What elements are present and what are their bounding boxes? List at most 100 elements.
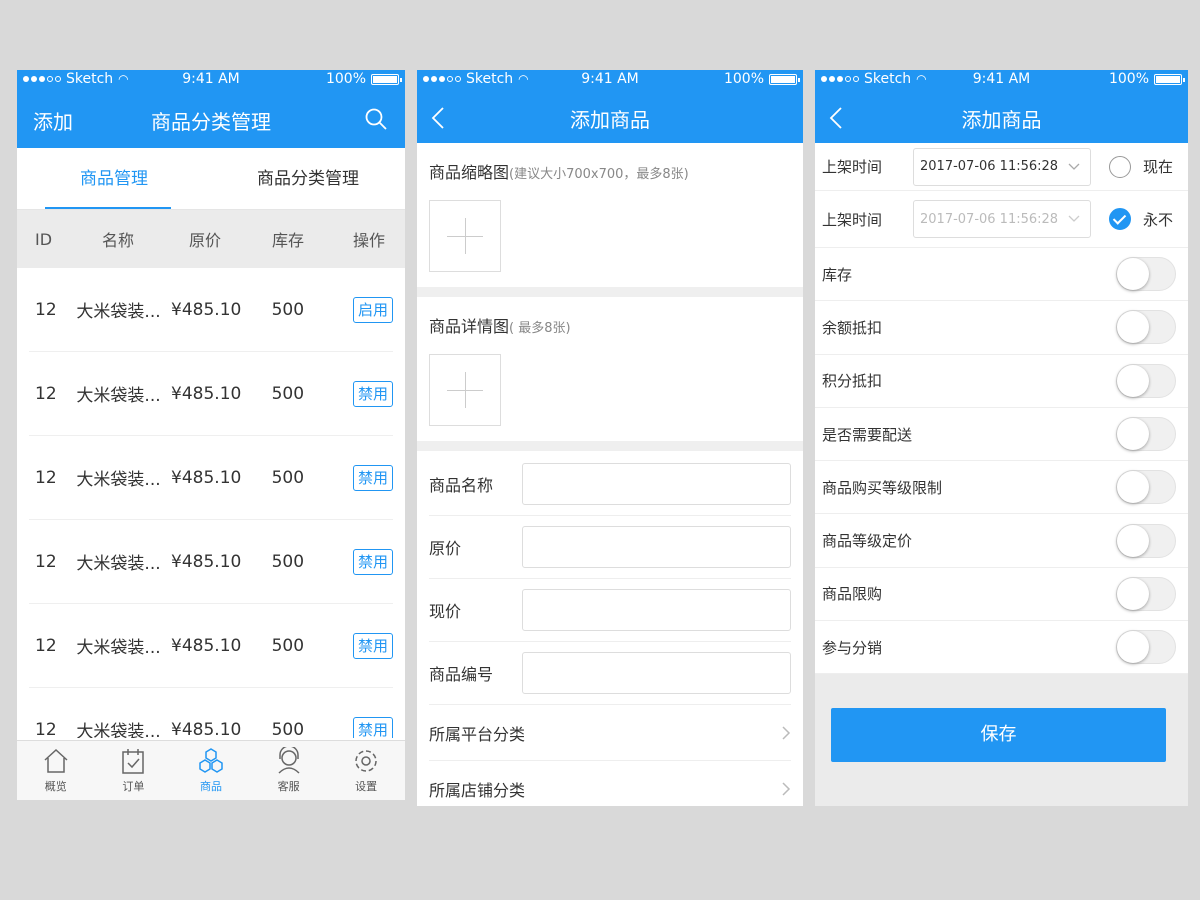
- tab-category-management[interactable]: 商品分类管理: [211, 148, 405, 209]
- stock-toggle[interactable]: [1116, 257, 1176, 292]
- chevron-right-icon: [782, 781, 791, 796]
- delist-time-row: 上架时间 2017-07-06 11:56:28 永不: [815, 191, 1188, 248]
- page-title: 商品分类管理: [151, 110, 271, 134]
- nav-bar: 添加 商品分类管理: [17, 90, 405, 148]
- tabbar-item-orders[interactable]: 订单: [95, 741, 173, 800]
- goods-code-input[interactable]: [522, 652, 791, 694]
- battery-icon: [769, 73, 800, 85]
- never-radio[interactable]: [1109, 208, 1131, 230]
- platform-category-row[interactable]: 所属平台分类: [429, 705, 791, 761]
- row-stock: 500: [271, 467, 305, 488]
- battery-icon: [1154, 73, 1185, 85]
- level-limit-toggle[interactable]: [1116, 470, 1176, 505]
- add-goods-settings-screen: Sketch ◠ 9:41 AM 100% 添加商品 上架时间 2017-07-…: [815, 70, 1188, 806]
- table-row[interactable]: 12 大米袋装... ¥485.10 500 禁用: [29, 604, 393, 688]
- goods-table: 12 大米袋装... ¥485.10 500 启用 12 大米袋装... ¥48…: [17, 268, 405, 738]
- table-row[interactable]: 12 大米袋装... ¥485.10 500 禁用: [29, 688, 393, 738]
- tabbar-item-overview[interactable]: 概览: [17, 741, 95, 800]
- listing-time-row: 上架时间 2017-07-06 11:56:28 现在: [815, 143, 1188, 191]
- thumbnail-label: 商品缩略图: [429, 163, 510, 182]
- radio-label: 现在: [1143, 158, 1174, 176]
- order-icon: [122, 749, 145, 774]
- now-radio[interactable]: [1109, 155, 1131, 178]
- disable-button[interactable]: 禁用: [352, 380, 393, 407]
- search-icon[interactable]: [365, 108, 387, 130]
- tabbar-label: 概览: [44, 780, 67, 793]
- toggle-row-purchase-limit: 商品限购: [815, 568, 1188, 622]
- battery-percent: 100%: [723, 71, 764, 87]
- shop-category-row[interactable]: 所属店铺分类: [429, 761, 791, 806]
- tabbar-item-service[interactable]: 客服: [250, 741, 328, 800]
- detail-image-label: 商品详情图: [429, 317, 510, 336]
- settings-list: 上架时间 2017-07-06 11:56:28 现在 上架时间 2017-07…: [815, 143, 1188, 675]
- toggle-label: 商品购买等级限制: [822, 478, 943, 497]
- row-name: 大米袋装...: [76, 386, 161, 406]
- battery-percent: 100%: [325, 71, 366, 87]
- detail-image-section: 商品详情图( 最多8张): [417, 297, 803, 441]
- nav-bar: 添加商品: [815, 90, 1188, 143]
- tab-goods-management[interactable]: 商品管理: [17, 148, 211, 209]
- delist-time-picker[interactable]: 2017-07-06 11:56:28: [913, 200, 1091, 238]
- toggle-row-points-deduct: 积分抵扣: [815, 355, 1188, 408]
- row-price: ¥485.10: [171, 299, 242, 320]
- tabbar-label: 商品: [199, 780, 222, 793]
- form-row-code: 商品编号: [429, 642, 791, 705]
- page-title: 添加商品: [570, 108, 650, 132]
- distribution-toggle[interactable]: [1116, 630, 1176, 665]
- toggle-row-balance-deduct: 余额抵扣: [815, 301, 1188, 355]
- balance-deduct-toggle[interactable]: [1116, 310, 1176, 345]
- row-name: 大米袋装...: [76, 302, 161, 322]
- table-row[interactable]: 12 大米袋装... ¥485.10 500 禁用: [29, 352, 393, 436]
- points-deduct-toggle[interactable]: [1116, 363, 1176, 398]
- level-pricing-toggle[interactable]: [1116, 523, 1176, 558]
- col-header-stock: 库存: [271, 231, 304, 250]
- disable-button[interactable]: 禁用: [352, 548, 393, 575]
- enable-button[interactable]: 启用: [352, 296, 393, 323]
- home-icon: [44, 748, 68, 773]
- row-id: 12: [35, 383, 57, 404]
- row-price: ¥485.10: [171, 635, 242, 656]
- disable-button[interactable]: 禁用: [352, 464, 393, 491]
- row-name: 大米袋装...: [76, 554, 161, 574]
- disable-button[interactable]: 禁用: [352, 632, 393, 659]
- battery-icon: [371, 73, 402, 85]
- add-detail-image-button[interactable]: [429, 354, 501, 426]
- row-id: 12: [35, 719, 57, 739]
- col-header-price: 原价: [188, 231, 221, 250]
- row-name: 大米袋装...: [76, 722, 161, 738]
- page-title: 添加商品: [961, 108, 1042, 132]
- table-header: ID 名称 原价 库存 操作: [17, 210, 405, 268]
- tabbar-item-settings[interactable]: 设置: [327, 741, 405, 800]
- settings-icon: [355, 750, 377, 772]
- original-price-input[interactable]: [522, 526, 791, 568]
- row-label: 所属平台分类: [429, 724, 526, 744]
- radio-label: 永不: [1143, 210, 1174, 229]
- add-thumbnail-button[interactable]: [429, 200, 501, 272]
- row-stock: 500: [271, 551, 305, 572]
- service-icon: [278, 747, 300, 774]
- goods-icon: [199, 748, 223, 773]
- toggle-label: 参与分销: [822, 638, 883, 657]
- goods-name-input[interactable]: [522, 463, 791, 505]
- date-value: 2017-07-06 11:56:28: [920, 159, 1059, 174]
- status-bar: Sketch ◠ 9:41 AM 100%: [815, 70, 1188, 90]
- row-name: 大米袋装...: [76, 638, 161, 658]
- delivery-toggle[interactable]: [1116, 417, 1176, 452]
- toggle-label: 积分抵扣: [822, 372, 883, 391]
- purchase-limit-toggle[interactable]: [1116, 576, 1176, 611]
- form-row-current-price: 现价: [429, 579, 791, 642]
- listing-time-picker[interactable]: 2017-07-06 11:56:28: [913, 147, 1091, 186]
- row-id: 12: [35, 635, 57, 656]
- disable-button[interactable]: 禁用: [352, 716, 393, 738]
- toggle-label: 库存: [822, 265, 853, 284]
- category-management-screen: Sketch ◠ 9:41 AM 100% 添加 商品分类管理 商品管理 商品分…: [17, 70, 405, 800]
- table-row[interactable]: 12 大米袋装... ¥485.10 500 禁用: [29, 520, 393, 604]
- field-label: 上架时间: [822, 210, 883, 229]
- goods-form: 商品名称 原价 现价 商品编号 所属平台分类 所属店铺分类: [417, 451, 803, 806]
- row-stock: 500: [271, 719, 305, 739]
- save-button[interactable]: 保存: [831, 708, 1166, 762]
- table-row[interactable]: 12 大米袋装... ¥485.10 500 启用: [29, 268, 393, 352]
- tabbar-item-goods[interactable]: 商品: [172, 741, 250, 800]
- current-price-input[interactable]: [522, 589, 791, 631]
- table-row[interactable]: 12 大米袋装... ¥485.10 500 禁用: [29, 436, 393, 520]
